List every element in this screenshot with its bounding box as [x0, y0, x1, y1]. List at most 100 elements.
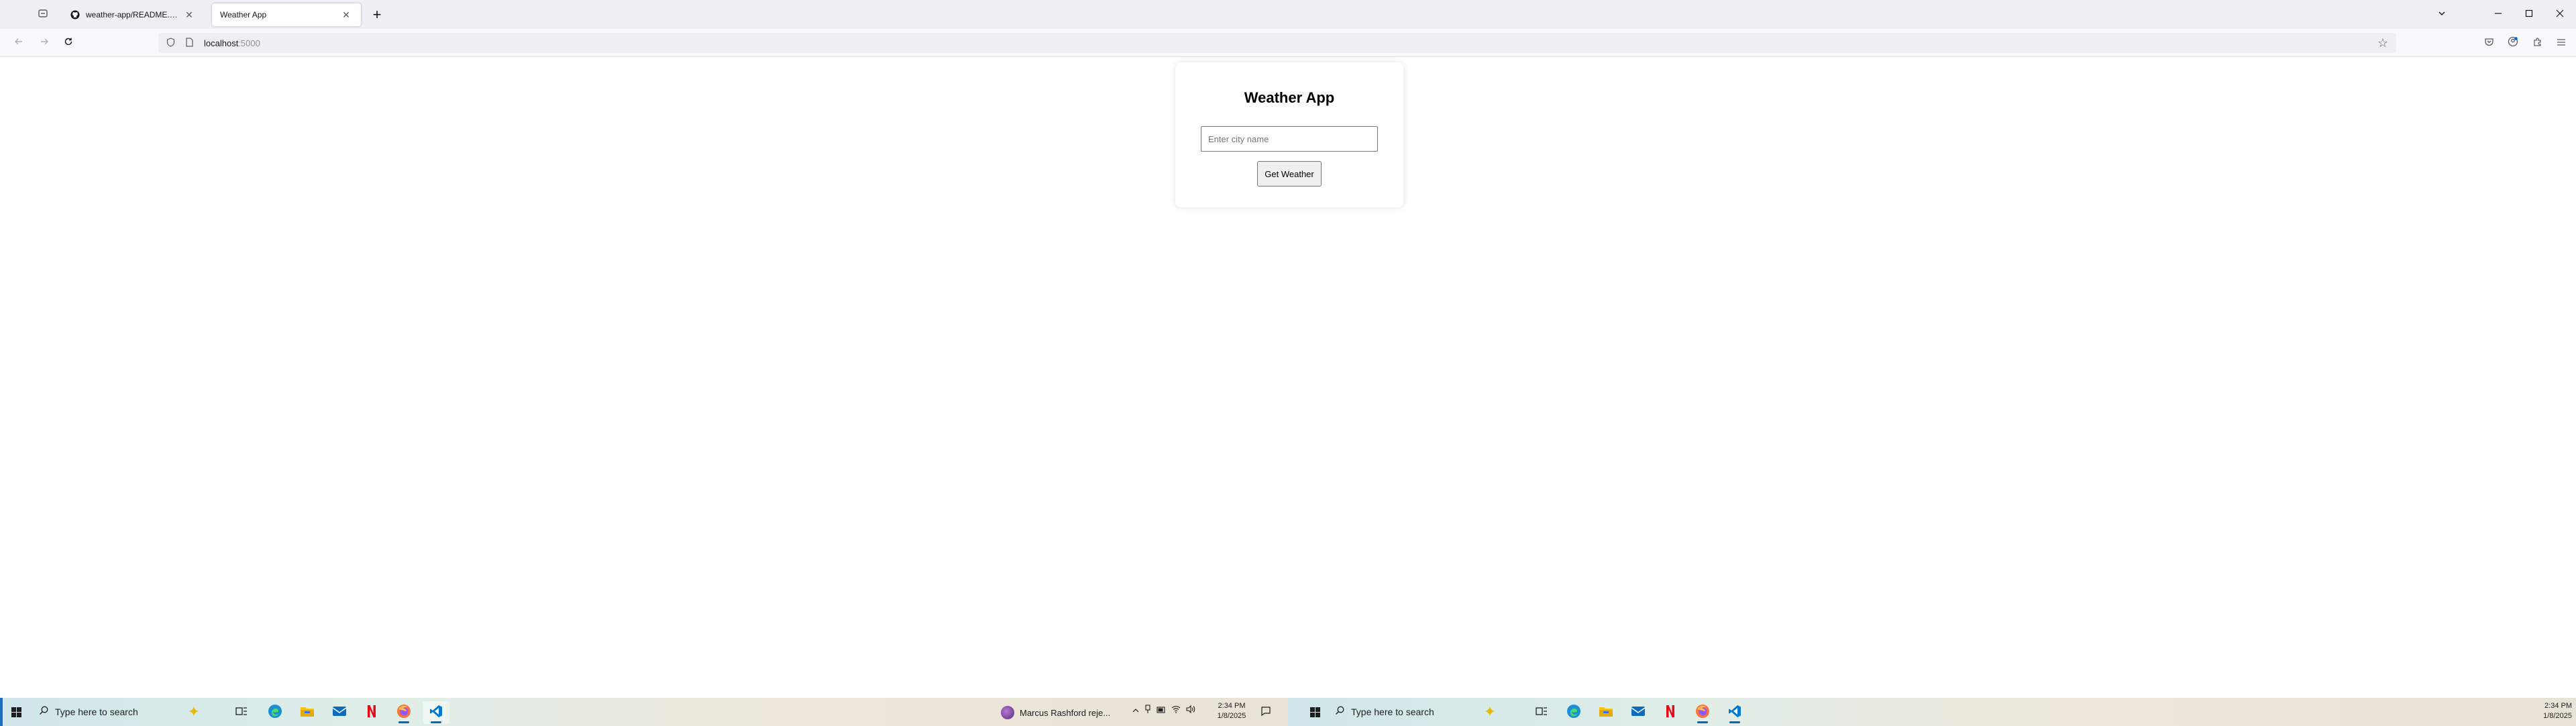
page-title: Weather App: [1244, 89, 1335, 106]
vscode-app[interactable]: [1721, 701, 1748, 724]
task-view-button[interactable]: [228, 701, 255, 724]
maximize-icon: [2525, 9, 2533, 21]
taskbar-clock[interactable]: 2:34 PM 1/8/2025: [2529, 701, 2572, 721]
firefox-view-icon: [38, 8, 48, 22]
maximize-button[interactable]: [2520, 5, 2538, 24]
account-icon: [2508, 36, 2518, 50]
edge-app[interactable]: [262, 701, 288, 724]
city-input[interactable]: [1201, 126, 1378, 152]
close-tab-icon[interactable]: ✕: [182, 8, 196, 21]
task-view-button[interactable]: [1528, 701, 1555, 724]
system-tray: [1132, 705, 1195, 716]
pocket-button[interactable]: [2479, 34, 2498, 52]
netflix-icon: [367, 705, 376, 721]
clock-date: 1/8/2025: [2543, 712, 2572, 720]
minimize-button[interactable]: [2489, 5, 2508, 24]
forward-button[interactable]: [35, 34, 54, 52]
reload-button[interactable]: [59, 34, 78, 52]
tab-readme[interactable]: weather-app/README.md at m ✕: [62, 3, 204, 26]
file-explorer-app[interactable]: [294, 701, 321, 724]
navigation-toolbar: localhost:5000 ☆: [0, 29, 2576, 57]
search-placeholder: Type here to search: [1351, 707, 1434, 717]
news-headline: Marcus Rashford reje...: [1020, 707, 1111, 718]
wifi-icon[interactable]: [1171, 705, 1181, 715]
pocket-icon: [2484, 37, 2494, 50]
edge-icon: [1566, 704, 1581, 722]
page-content: Weather App Get Weather: [0, 57, 2576, 698]
clock-time: 2:34 PM: [1218, 702, 1246, 710]
search-placeholder: Type here to search: [55, 707, 138, 717]
taskbar-right: Type here to search ✦ 2:34 PM 1/8/2025: [1288, 698, 2576, 726]
browser-tab-strip: weather-app/README.md at m ✕ Weather App…: [0, 0, 2576, 29]
puzzle-icon: [2532, 37, 2542, 50]
close-tab-icon[interactable]: ✕: [339, 8, 353, 21]
news-widget[interactable]: Marcus Rashford reje...: [1001, 702, 1110, 723]
folder-icon: [300, 705, 315, 721]
weather-card: Weather App Get Weather: [1175, 62, 1403, 207]
search-icon: [1335, 706, 1344, 719]
copilot-sparkle-icon: ✦: [1483, 703, 1496, 720]
firefox-icon: [1695, 704, 1710, 722]
taskbar-clock[interactable]: 2:34 PM 1/8/2025: [1210, 701, 1253, 721]
arrow-left-icon: [14, 37, 23, 50]
mail-icon: [332, 705, 347, 721]
mail-app[interactable]: [1625, 701, 1652, 724]
firefox-app[interactable]: [390, 701, 417, 724]
usb-icon[interactable]: [1144, 705, 1151, 716]
chevron-down-icon: [2437, 9, 2447, 21]
firefox-view-button[interactable]: [34, 5, 52, 24]
extensions-button[interactable]: [2528, 34, 2546, 52]
clock-date: 1/8/2025: [1217, 712, 1246, 720]
volume-icon[interactable]: [1186, 705, 1195, 715]
get-weather-button[interactable]: Get Weather: [1257, 161, 1322, 187]
vscode-icon: [1728, 705, 1741, 721]
tracking-protection-icon[interactable]: [166, 37, 180, 49]
close-icon: [2556, 9, 2564, 21]
file-explorer-app[interactable]: [1593, 701, 1619, 724]
netflix-app[interactable]: [358, 701, 385, 724]
tab-title: Weather App: [220, 10, 267, 19]
menu-button[interactable]: [2552, 34, 2571, 52]
firefox-app[interactable]: [1689, 701, 1716, 724]
url-port: :5000: [238, 38, 260, 48]
reload-icon: [64, 37, 73, 50]
firefox-icon: [396, 704, 411, 722]
battery-icon[interactable]: [1157, 706, 1166, 715]
netflix-icon: [1666, 705, 1675, 721]
close-window-button[interactable]: [2551, 5, 2569, 24]
back-button[interactable]: [9, 34, 28, 52]
taskbar-left: Type here to search ✦ Marcus Rashford re…: [0, 698, 1288, 726]
clock-time: 2:34 PM: [2544, 702, 2572, 710]
notifications-button[interactable]: [1257, 703, 1275, 721]
address-bar[interactable]: localhost:5000 ☆: [158, 33, 2396, 53]
bookmark-star-icon[interactable]: ☆: [2377, 36, 2388, 50]
vscode-icon: [429, 705, 443, 721]
arrow-right-icon: [40, 37, 49, 50]
url-host: localhost: [204, 38, 239, 48]
start-button[interactable]: [1303, 698, 1327, 726]
news-thumbnail-icon: [1001, 706, 1014, 719]
tab-weather-app[interactable]: Weather App ✕: [212, 3, 361, 26]
mail-app[interactable]: [326, 701, 353, 724]
page-info-icon[interactable]: [185, 37, 200, 49]
chevron-up-icon[interactable]: [1132, 706, 1139, 715]
task-view-icon: [1536, 706, 1548, 720]
mail-icon: [1631, 705, 1646, 721]
list-all-tabs-button[interactable]: [2432, 5, 2451, 24]
edge-app[interactable]: [1560, 701, 1587, 724]
start-button[interactable]: [4, 698, 28, 726]
netflix-app[interactable]: [1657, 701, 1684, 724]
taskbar-search[interactable]: Type here to search ✦: [32, 700, 220, 724]
account-button[interactable]: [2504, 34, 2522, 52]
new-tab-button[interactable]: +: [368, 5, 386, 24]
minimize-icon: [2494, 9, 2502, 21]
taskbar-search[interactable]: Type here to search ✦: [1328, 700, 1516, 724]
plus-icon: +: [372, 6, 382, 23]
vscode-app[interactable]: [423, 701, 449, 724]
github-icon: [70, 9, 80, 20]
copilot-sparkle-icon: ✦: [187, 703, 200, 720]
windows-icon: [11, 707, 21, 717]
task-view-icon: [235, 706, 248, 720]
taskbar-edge: [0, 698, 3, 726]
windows-icon: [1309, 707, 1320, 717]
